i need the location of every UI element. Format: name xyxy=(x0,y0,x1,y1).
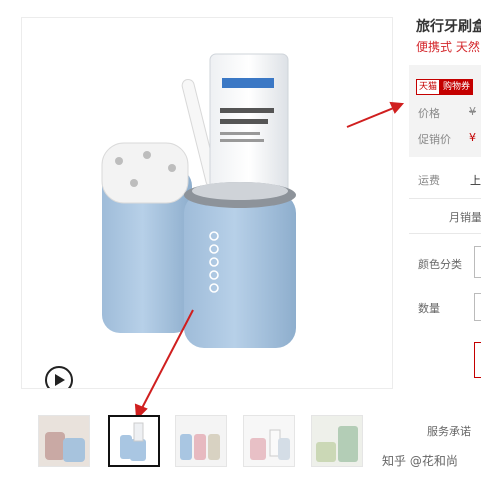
thumb-pink-set[interactable] xyxy=(243,415,295,467)
promo-price-label: 促销价 xyxy=(418,133,451,146)
price-panel: 天猫 购物券 全 价格 ¥ 促销价 ¥ xyxy=(409,65,481,157)
divider xyxy=(409,233,481,234)
thumb-lifestyle[interactable] xyxy=(38,415,90,467)
coupon-badge[interactable]: 购物券 xyxy=(440,79,474,95)
shipping-value[interactable]: 上 xyxy=(470,172,481,188)
buy-now-button[interactable] xyxy=(474,342,481,378)
quantity-label: 数量 xyxy=(418,302,440,315)
product-subtitle: 便携式 天然 xyxy=(416,40,480,54)
divider xyxy=(409,198,481,199)
service-promise-label: 服务承诺 xyxy=(427,425,471,438)
shipping-label: 运费 xyxy=(418,174,440,187)
thumbnail-strip xyxy=(38,415,378,471)
color-category-label: 颜色分类 xyxy=(418,258,462,271)
color-option-button[interactable] xyxy=(474,246,481,278)
watermark-text: 知乎 @花和尚 xyxy=(382,454,458,468)
quantity-input[interactable] xyxy=(474,293,481,321)
thumb-colors[interactable] xyxy=(175,415,227,467)
thumb-green-set[interactable] xyxy=(311,415,363,467)
tmall-badge: 天猫 xyxy=(416,79,441,95)
price-label: 价格 xyxy=(418,107,440,120)
promo-price-value: ¥ xyxy=(469,131,476,144)
thumb-blue-cup[interactable] xyxy=(108,415,160,467)
monthly-sales-label: 月销量 xyxy=(449,211,481,224)
price-value: ¥ xyxy=(469,105,476,118)
product-title: 旅行牙刷盒 xyxy=(416,19,481,35)
